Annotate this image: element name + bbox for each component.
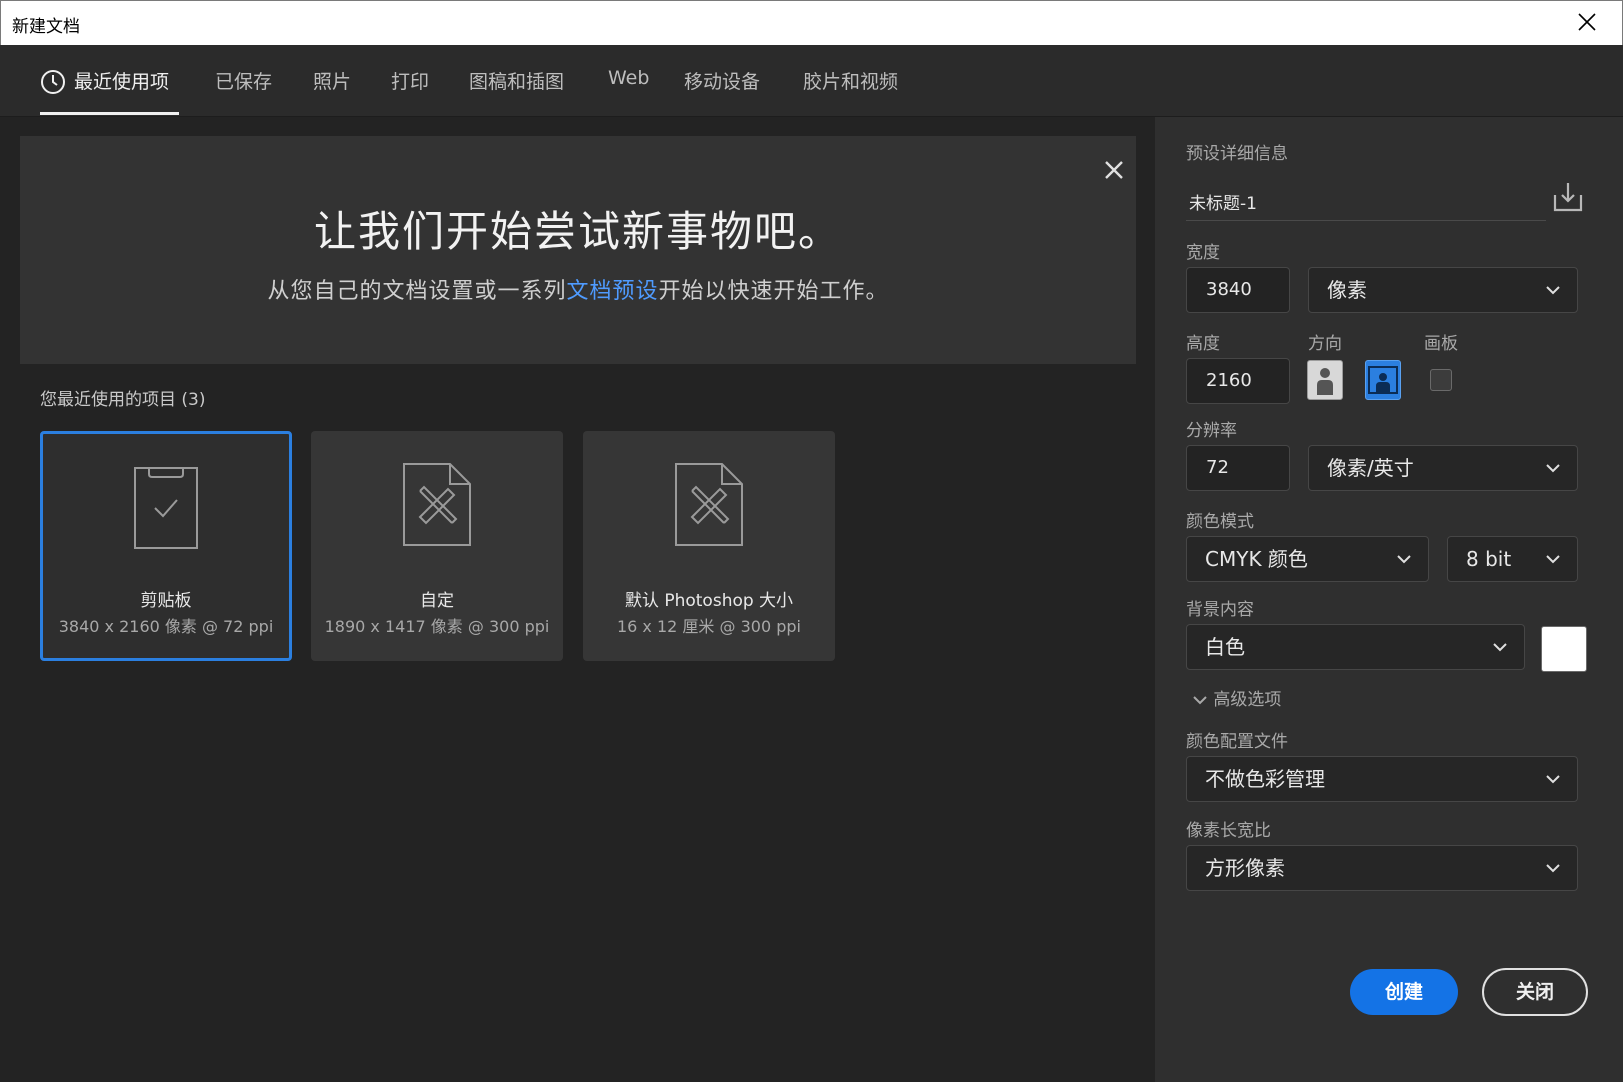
recent-item-clipboard[interactable]: 剪贴板 3840 x 2160 像素 @ 72 ppi xyxy=(40,431,292,661)
chevron-down-icon xyxy=(1546,555,1560,564)
chevron-down-icon xyxy=(1546,464,1560,473)
chevron-down-icon xyxy=(1397,555,1411,564)
color-profile-value: 不做色彩管理 xyxy=(1205,767,1325,791)
color-mode-value: CMYK 颜色 xyxy=(1205,547,1308,571)
document-ruler-icon xyxy=(403,463,471,546)
tab-film-video[interactable]: 胶片和视频 xyxy=(803,67,898,94)
active-tab-indicator xyxy=(40,112,179,115)
portrait-orientation-button[interactable] xyxy=(1307,360,1343,400)
welcome-text-after: 开始以快速开始工作。 xyxy=(658,279,889,304)
width-unit-select[interactable]: 像素 xyxy=(1308,267,1578,313)
recent-item-desc: 3840 x 2160 像素 @ 72 ppi xyxy=(58,617,274,636)
pixel-aspect-value: 方形像素 xyxy=(1205,856,1285,880)
landscape-orientation-button[interactable] xyxy=(1365,360,1401,400)
document-ruler-icon xyxy=(675,463,743,546)
width-input[interactable]: 3840 xyxy=(1186,267,1290,313)
close-icon[interactable] xyxy=(1102,158,1126,182)
chevron-down-icon xyxy=(1546,286,1560,295)
clipboard-check-icon xyxy=(134,467,198,549)
recent-item-desc: 1890 x 1417 像素 @ 300 ppi xyxy=(324,617,550,636)
tab-recent[interactable]: 最近使用项 xyxy=(74,67,169,94)
document-name-field[interactable]: 未标题-1 xyxy=(1186,189,1546,221)
bit-depth-select[interactable]: 8 bit xyxy=(1447,536,1578,582)
tab-print[interactable]: 打印 xyxy=(391,67,429,94)
artboard-label: 画板 xyxy=(1424,334,1458,354)
width-unit-value: 像素 xyxy=(1327,278,1367,302)
window-title: 新建文档 xyxy=(12,17,80,37)
tab-web[interactable]: Web xyxy=(608,67,649,89)
orientation-label: 方向 xyxy=(1308,334,1342,354)
portrait-orientation-icon xyxy=(1317,368,1333,395)
chevron-down-icon xyxy=(1546,864,1560,873)
recent-items-label: 您最近使用的项目 (3) xyxy=(40,390,206,410)
bit-depth-value: 8 bit xyxy=(1466,547,1512,571)
welcome-banner: 让我们开始尝试新事物吧。 从您自己的文档设置或一系列文档预设开始以快速开始工作。 xyxy=(20,136,1136,364)
recent-item-default-photoshop[interactable]: 默认 Photoshop 大小 16 x 12 厘米 @ 300 ppi xyxy=(583,431,835,661)
pixel-aspect-label: 像素长宽比 xyxy=(1186,821,1271,841)
chevron-down-icon xyxy=(1546,775,1560,784)
color-profile-select[interactable]: 不做色彩管理 xyxy=(1186,756,1578,802)
resolution-unit-select[interactable]: 像素/英寸 xyxy=(1308,445,1578,491)
chevron-down-icon xyxy=(1493,643,1507,652)
advanced-options-toggle[interactable]: 高级选项 xyxy=(1192,685,1281,710)
tab-art-illustration[interactable]: 图稿和插图 xyxy=(469,67,564,94)
close-icon[interactable] xyxy=(1574,9,1600,35)
resolution-label: 分辨率 xyxy=(1186,421,1237,441)
resolution-unit-value: 像素/英寸 xyxy=(1327,456,1414,480)
preset-details-panel: 预设详细信息 未标题-1 宽度 3840 像素 高度 方向 画板 2160 分辨… xyxy=(1155,117,1623,1082)
tab-mobile[interactable]: 移动设备 xyxy=(684,67,760,94)
create-button[interactable]: 创建 xyxy=(1350,969,1458,1015)
tab-photo[interactable]: 照片 xyxy=(313,67,351,94)
resolution-input[interactable]: 72 xyxy=(1186,445,1290,491)
chevron-down-icon xyxy=(1193,696,1207,705)
height-label: 高度 xyxy=(1186,334,1220,354)
clock-icon xyxy=(41,70,65,94)
new-document-dialog: 最近使用项 已保存 照片 打印 图稿和插图 Web 移动设备 胶片和视频 让我们… xyxy=(0,45,1623,1082)
width-label: 宽度 xyxy=(1186,243,1220,263)
artboard-checkbox[interactable] xyxy=(1430,369,1452,391)
welcome-heading: 让我们开始尝试新事物吧。 xyxy=(313,207,842,256)
color-mode-label: 颜色模式 xyxy=(1186,512,1254,532)
close-button[interactable]: 关闭 xyxy=(1482,968,1588,1016)
height-input[interactable]: 2160 xyxy=(1186,358,1290,404)
advanced-options-label: 高级选项 xyxy=(1213,690,1282,710)
window-titlebar: 新建文档 xyxy=(0,0,1623,45)
recent-item-desc: 16 x 12 厘米 @ 300 ppi xyxy=(616,617,801,636)
color-profile-label: 颜色配置文件 xyxy=(1186,732,1288,752)
save-preset-icon[interactable] xyxy=(1552,181,1584,213)
recent-item-name: 默认 Photoshop 大小 xyxy=(624,591,794,611)
tab-saved[interactable]: 已保存 xyxy=(215,67,272,94)
background-value: 白色 xyxy=(1205,635,1245,659)
recent-item-name: 自定 xyxy=(420,591,454,611)
background-color-swatch[interactable] xyxy=(1541,626,1587,672)
preset-details-label: 预设详细信息 xyxy=(1186,144,1288,164)
welcome-text: 从您自己的文档设置或一系列文档预设开始以快速开始工作。 xyxy=(20,273,1136,305)
landscape-orientation-icon xyxy=(1368,366,1398,394)
background-label: 背景内容 xyxy=(1186,600,1254,620)
background-select[interactable]: 白色 xyxy=(1186,624,1525,670)
recent-item-custom[interactable]: 自定 1890 x 1417 像素 @ 300 ppi xyxy=(311,431,563,661)
pixel-aspect-select[interactable]: 方形像素 xyxy=(1186,845,1578,891)
welcome-text-before: 从您自己的文档设置或一系列 xyxy=(267,279,567,304)
color-mode-select[interactable]: CMYK 颜色 xyxy=(1186,536,1429,582)
preset-category-tabs: 最近使用项 已保存 照片 打印 图稿和插图 Web 移动设备 胶片和视频 xyxy=(0,45,1623,117)
document-presets-link[interactable]: 文档预设 xyxy=(566,279,658,304)
recent-item-name: 剪贴板 xyxy=(140,591,192,611)
